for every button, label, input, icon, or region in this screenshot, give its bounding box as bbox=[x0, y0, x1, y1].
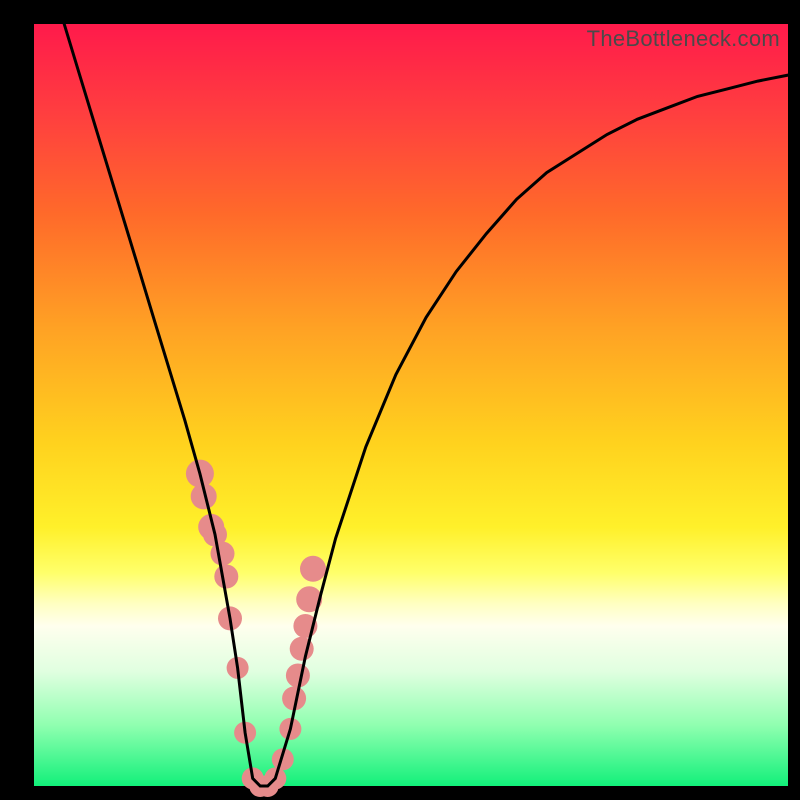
data-marker bbox=[300, 556, 326, 582]
marker-group bbox=[186, 460, 326, 797]
data-marker bbox=[214, 565, 238, 589]
data-marker bbox=[286, 664, 310, 688]
plot-area: TheBottleneck.com bbox=[34, 24, 788, 786]
data-marker bbox=[211, 542, 235, 566]
chart-svg bbox=[34, 24, 788, 786]
bottleneck-curve bbox=[64, 24, 788, 786]
chart-frame: TheBottleneck.com bbox=[0, 0, 800, 800]
